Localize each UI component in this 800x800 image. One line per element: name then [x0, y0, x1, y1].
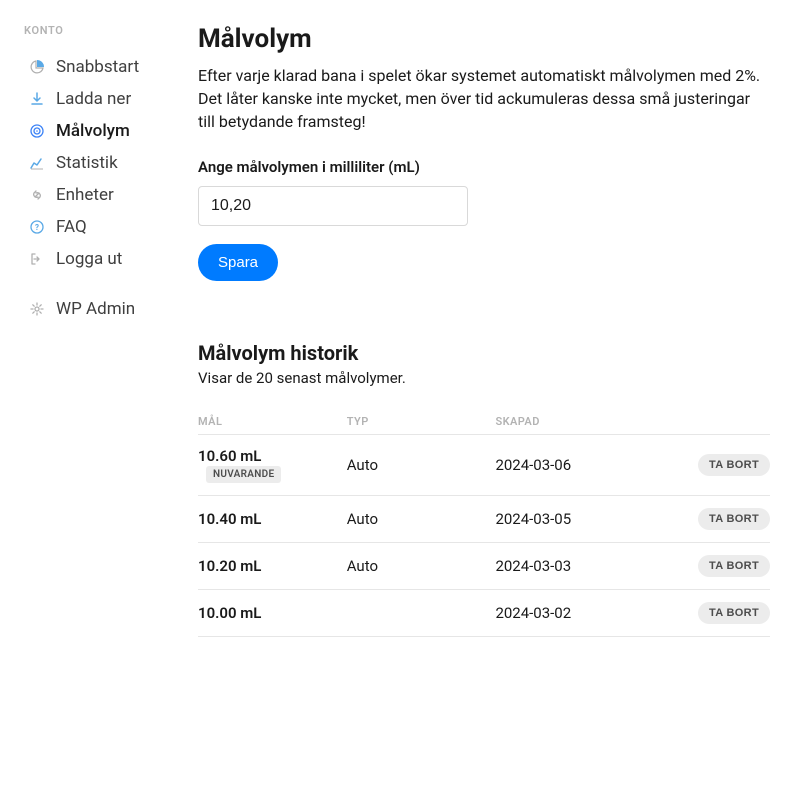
delete-button[interactable]: TA BORT	[698, 454, 770, 476]
delete-button[interactable]: TA BORT	[698, 602, 770, 624]
delete-button[interactable]: TA BORT	[698, 555, 770, 577]
created-value: 2024-03-05	[495, 496, 689, 543]
sidebar-heading: KONTO	[24, 24, 164, 37]
pie-chart-icon	[28, 58, 46, 76]
sidebar-item-enheter[interactable]: Enheter	[24, 179, 164, 211]
sidebar-item-label: Statistik	[56, 153, 118, 173]
sidebar-item-label: Enheter	[56, 185, 114, 205]
chart-line-icon	[28, 154, 46, 172]
sidebar-item-faq[interactable]: ? FAQ	[24, 211, 164, 243]
column-created: SKAPAD	[495, 409, 689, 435]
typ-value: Auto	[347, 496, 496, 543]
typ-value: Auto	[347, 434, 496, 496]
table-row: 10.40 mL Auto 2024-03-05 TA BORT	[198, 496, 770, 543]
sidebar-item-logga-ut[interactable]: Logga ut	[24, 243, 164, 275]
gear-icon	[28, 300, 46, 318]
sidebar-item-label: Målvolym	[56, 121, 130, 141]
history-table: MÅL TYP SKAPAD 10.60 mL NUVARANDE Auto 2…	[198, 409, 770, 638]
sidebar-item-label: Ladda ner	[56, 89, 131, 109]
mal-value: 10.60 mL	[198, 447, 261, 465]
delete-button[interactable]: TA BORT	[698, 508, 770, 530]
sidebar-divider	[24, 275, 164, 293]
logout-icon	[28, 250, 46, 268]
sidebar-item-malvolym[interactable]: Målvolym	[24, 115, 164, 147]
created-value: 2024-03-02	[495, 590, 689, 637]
main-content: Målvolym Efter varje klarad bana i spele…	[180, 0, 800, 800]
sidebar: KONTO Snabbstart Ladda ner Målvolym Stat…	[0, 0, 180, 800]
sidebar-item-label: Logga ut	[56, 249, 122, 269]
target-volume-input[interactable]	[198, 186, 468, 226]
sidebar-item-label: FAQ	[56, 217, 87, 237]
mal-value: 10.20 mL	[198, 557, 261, 575]
table-row: 10.00 mL 2024-03-02 TA BORT	[198, 590, 770, 637]
typ-value	[347, 590, 496, 637]
sidebar-item-statistik[interactable]: Statistik	[24, 147, 164, 179]
mal-value: 10.40 mL	[198, 510, 261, 528]
table-row: 10.20 mL Auto 2024-03-03 TA BORT	[198, 543, 770, 590]
created-value: 2024-03-06	[495, 434, 689, 496]
column-action	[690, 409, 770, 435]
page-description: Efter varje klarad bana i spelet ökar sy…	[198, 64, 770, 134]
target-icon	[28, 122, 46, 140]
link-icon	[28, 186, 46, 204]
save-button[interactable]: Spara	[198, 244, 278, 281]
column-typ: TYP	[347, 409, 496, 435]
sidebar-item-label: WP Admin	[56, 299, 135, 319]
svg-text:?: ?	[35, 223, 39, 232]
current-badge: NUVARANDE	[206, 466, 281, 483]
sidebar-item-label: Snabbstart	[56, 57, 139, 77]
created-value: 2024-03-03	[495, 543, 689, 590]
mal-value: 10.00 mL	[198, 604, 261, 622]
table-row: 10.60 mL NUVARANDE Auto 2024-03-06 TA BO…	[198, 434, 770, 496]
sidebar-item-wp-admin[interactable]: WP Admin	[24, 293, 164, 325]
typ-value: Auto	[347, 543, 496, 590]
page-title: Målvolym	[198, 24, 770, 54]
sidebar-item-snabbstart[interactable]: Snabbstart	[24, 51, 164, 83]
target-volume-label: Ange målvolymen i milliliter (mL)	[198, 158, 770, 176]
sidebar-item-ladda-ner[interactable]: Ladda ner	[24, 83, 164, 115]
download-icon	[28, 90, 46, 108]
history-title: Målvolym historik	[198, 341, 770, 365]
column-mal: MÅL	[198, 409, 347, 435]
history-subtext: Visar de 20 senast målvolymer.	[198, 369, 770, 387]
question-icon: ?	[28, 218, 46, 236]
